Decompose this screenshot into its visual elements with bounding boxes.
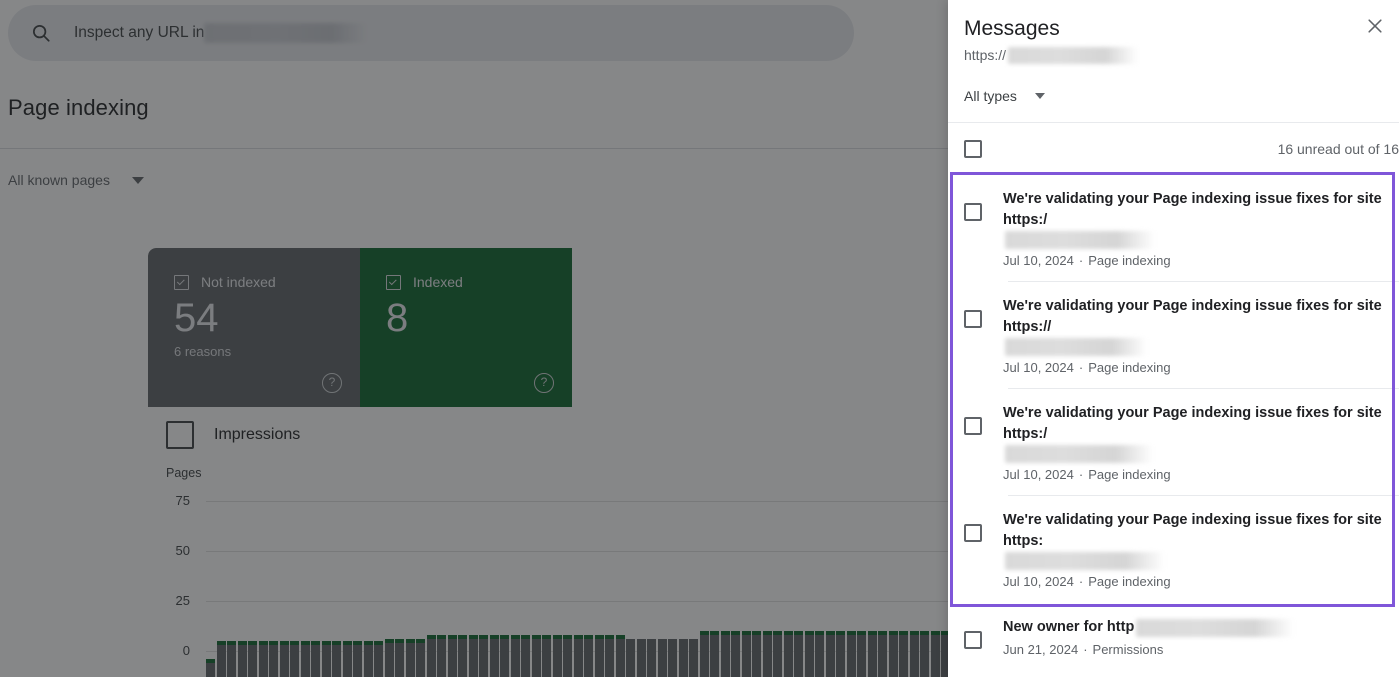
select-all-checkbox[interactable] — [964, 140, 982, 158]
chevron-down-icon — [1034, 93, 1045, 99]
message-category: Page indexing — [1088, 574, 1171, 589]
message-date: Jul 10, 2024 — [1003, 574, 1074, 589]
meta-separator: · — [1078, 467, 1084, 482]
message-meta: Jul 10, 2024 · Page indexing — [1003, 360, 1391, 375]
message-date: Jul 10, 2024 — [1003, 467, 1074, 482]
messages-list: We're validating your Page indexing issu… — [948, 172, 1399, 670]
message-type-filter-label: All types — [964, 88, 1017, 104]
redacted-site-url — [1005, 338, 1147, 356]
message-category: Page indexing — [1088, 467, 1171, 482]
message-subject-text: New owner for http — [1003, 619, 1135, 635]
messages-panel-header: Messages https:// — [948, 0, 1399, 64]
redacted-property-url — [1008, 46, 1139, 64]
message-category: Permissions — [1092, 642, 1164, 657]
meta-separator: · — [1078, 253, 1084, 268]
message-meta: Jul 10, 2024 · Page indexing — [1003, 253, 1391, 268]
meta-separator: · — [1078, 360, 1084, 375]
message-checkbox[interactable] — [964, 417, 982, 435]
message-subject-text: We're validating your Page indexing issu… — [1003, 298, 1382, 335]
message-date: Jul 10, 2024 — [1003, 253, 1074, 268]
meta-separator: · — [1083, 642, 1088, 657]
message-meta: Jul 10, 2024 · Page indexing — [1003, 574, 1391, 589]
redacted-site-url — [1005, 231, 1155, 249]
meta-separator: · — [1078, 574, 1084, 589]
redacted-site-url — [1005, 552, 1165, 570]
message-category: Page indexing — [1088, 360, 1171, 375]
messages-property-url: https:// — [964, 46, 1383, 64]
messages-url-prefix: https:// — [964, 47, 1007, 63]
message-checkbox[interactable] — [964, 631, 982, 649]
unread-count-label: 16 unread out of 16 — [1277, 141, 1399, 157]
message-category: Page indexing — [1088, 253, 1171, 268]
message-meta: Jun 21, 2024 · Permissions — [1003, 642, 1391, 657]
messages-panel: Messages https:// All types 16 unread ou… — [948, 0, 1399, 677]
message-meta: Jul 10, 2024 · Page indexing — [1003, 467, 1391, 482]
message-subject: We're validating your Page indexing issu… — [1003, 403, 1391, 463]
message-subject-text: We're validating your Page indexing issu… — [1003, 191, 1382, 228]
message-list-item[interactable]: We're validating your Page indexing issu… — [948, 496, 1399, 602]
message-subject: New owner for http — [1003, 617, 1391, 638]
message-checkbox[interactable] — [964, 524, 982, 542]
modal-scrim[interactable] — [0, 0, 948, 677]
message-checkbox[interactable] — [964, 203, 982, 221]
message-date: Jul 10, 2024 — [1003, 360, 1074, 375]
message-date: Jun 21, 2024 — [1003, 642, 1079, 657]
message-body: We're validating your Page indexing issu… — [1003, 510, 1391, 589]
message-subject: We're validating your Page indexing issu… — [1003, 189, 1391, 249]
message-body: We're validating your Page indexing issu… — [1003, 296, 1391, 375]
message-list-item[interactable]: We're validating your Page indexing issu… — [948, 175, 1399, 281]
screen: Inspect any URL in Page indexing All kno… — [0, 0, 1399, 677]
close-icon — [1368, 19, 1382, 33]
messages-title: Messages — [964, 17, 1060, 40]
message-list-item[interactable]: We're validating your Page indexing issu… — [948, 389, 1399, 495]
message-subject-text: We're validating your Page indexing issu… — [1003, 512, 1382, 549]
message-list-item[interactable]: We're validating your Page indexing issu… — [948, 282, 1399, 388]
redacted-site-url — [1136, 618, 1295, 637]
message-checkbox[interactable] — [964, 310, 982, 328]
select-all-row: 16 unread out of 16 — [948, 123, 1399, 175]
message-type-filter[interactable]: All types — [948, 64, 1399, 104]
message-body: We're validating your Page indexing issu… — [1003, 403, 1391, 482]
message-list-item[interactable]: New owner for http Jun 21, 2024 · Permissio… — [948, 603, 1399, 670]
close-button[interactable] — [1361, 12, 1389, 40]
redacted-site-url — [1005, 445, 1153, 463]
message-body: We're validating your Page indexing issu… — [1003, 189, 1391, 268]
message-subject: We're validating your Page indexing issu… — [1003, 510, 1391, 570]
message-body: New owner for http Jun 21, 2024 · Permissio… — [1003, 617, 1391, 657]
message-subject: We're validating your Page indexing issu… — [1003, 296, 1391, 356]
message-subject-text: We're validating your Page indexing issu… — [1003, 405, 1382, 442]
